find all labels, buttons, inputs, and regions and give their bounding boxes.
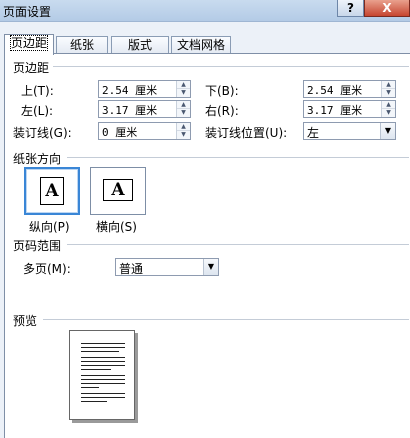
portrait-page-icon: A <box>40 177 64 205</box>
spin-up-icon[interactable]: ▲ <box>177 123 190 131</box>
preview-text-line <box>81 343 125 344</box>
bottom-margin-value: 2.54 厘米 <box>307 84 363 97</box>
bottom-margin-label: 下(B): <box>205 84 239 98</box>
pages-separator <box>67 244 409 245</box>
right-margin-stepper[interactable]: 3.17 厘米 ▲ ▼ <box>303 100 396 118</box>
preview-text-line <box>81 401 107 402</box>
right-margin-label: 右(R): <box>205 104 239 118</box>
preview-text-line <box>81 393 125 394</box>
tab-margins[interactable]: 页边距 <box>4 34 54 55</box>
spin-up-icon[interactable]: ▲ <box>177 81 190 89</box>
spin-down-icon[interactable]: ▼ <box>177 109 190 117</box>
margins-separator <box>53 66 409 67</box>
preview-text-line <box>81 369 111 370</box>
left-margin-label: 左(L): <box>21 104 54 118</box>
gutter-stepper[interactable]: 0 厘米 ▲ ▼ <box>98 122 191 140</box>
portrait-label: 纵向(P) <box>29 220 70 234</box>
spin-up-icon[interactable]: ▲ <box>177 101 190 109</box>
bottom-margin-stepper[interactable]: 2.54 厘米 ▲ ▼ <box>303 80 396 98</box>
preview-text-line <box>81 361 125 362</box>
preview-text-line <box>81 347 125 348</box>
chevron-down-icon[interactable]: ▼ <box>380 123 395 139</box>
preview-separator <box>43 319 409 320</box>
right-margin-value: 3.17 厘米 <box>307 104 363 117</box>
window-title: 页面设置 <box>3 5 52 19</box>
preview-text-line <box>81 383 125 384</box>
chevron-down-icon[interactable]: ▼ <box>203 259 218 275</box>
spin-down-icon[interactable]: ▼ <box>177 131 190 139</box>
landscape-label: 横向(S) <box>96 220 137 234</box>
help-button[interactable]: ? <box>337 0 364 17</box>
spin-down-icon[interactable]: ▼ <box>177 89 190 97</box>
spin-down-icon[interactable]: ▼ <box>382 89 395 97</box>
tab-layout[interactable]: 版式 <box>111 36 169 54</box>
multiple-pages-label: 多页(M): <box>23 262 71 276</box>
spin-up-icon[interactable]: ▲ <box>382 81 395 89</box>
gutter-position-label: 装订线位置(U): <box>205 126 288 140</box>
top-margin-value: 2.54 厘米 <box>102 84 158 97</box>
margins-section-title: 页边距 <box>13 61 50 75</box>
gutter-position-select[interactable]: 左 ▼ <box>303 122 396 140</box>
portrait-button[interactable]: A <box>24 167 80 215</box>
preview-text-line <box>81 397 125 398</box>
spin-up-icon[interactable]: ▲ <box>382 101 395 109</box>
preview-page <box>69 330 135 420</box>
tab-paper[interactable]: 纸张 <box>56 36 108 54</box>
top-margin-stepper[interactable]: 2.54 厘米 ▲ ▼ <box>98 80 191 98</box>
preview-section-title: 预览 <box>13 314 38 328</box>
preview-text-line <box>81 387 99 388</box>
gutter-position-value: 左 <box>307 126 320 140</box>
tab-document-grid[interactable]: 文档网格 <box>171 36 231 54</box>
orientation-separator <box>67 157 409 158</box>
left-margin-value: 3.17 厘米 <box>102 104 158 117</box>
multiple-pages-select[interactable]: 普通 ▼ <box>115 258 219 276</box>
gutter-label: 装订线(G): <box>13 126 72 140</box>
left-margin-stepper[interactable]: 3.17 厘米 ▲ ▼ <box>98 100 191 118</box>
preview-text-line <box>81 351 119 352</box>
title-bar: 页面设置 ? X <box>0 0 410 22</box>
close-button[interactable]: X <box>364 0 410 17</box>
gutter-value: 0 厘米 <box>102 126 138 139</box>
preview-text-line <box>81 379 125 380</box>
preview-text-line <box>81 357 125 358</box>
orientation-section-title: 纸张方向 <box>13 152 62 166</box>
preview-text-line <box>81 365 125 366</box>
landscape-page-icon: A <box>103 179 133 201</box>
multiple-pages-value: 普通 <box>119 262 144 276</box>
preview-text-line <box>81 375 125 376</box>
pages-section-title: 页码范围 <box>13 239 62 253</box>
top-margin-label: 上(T): <box>21 84 54 98</box>
margins-panel: 页边距 上(T): 2.54 厘米 ▲ ▼ 下(B): 2.54 厘米 ▲ ▼ 左(… <box>4 53 410 438</box>
landscape-button[interactable]: A <box>90 167 146 215</box>
spin-down-icon[interactable]: ▼ <box>382 109 395 117</box>
